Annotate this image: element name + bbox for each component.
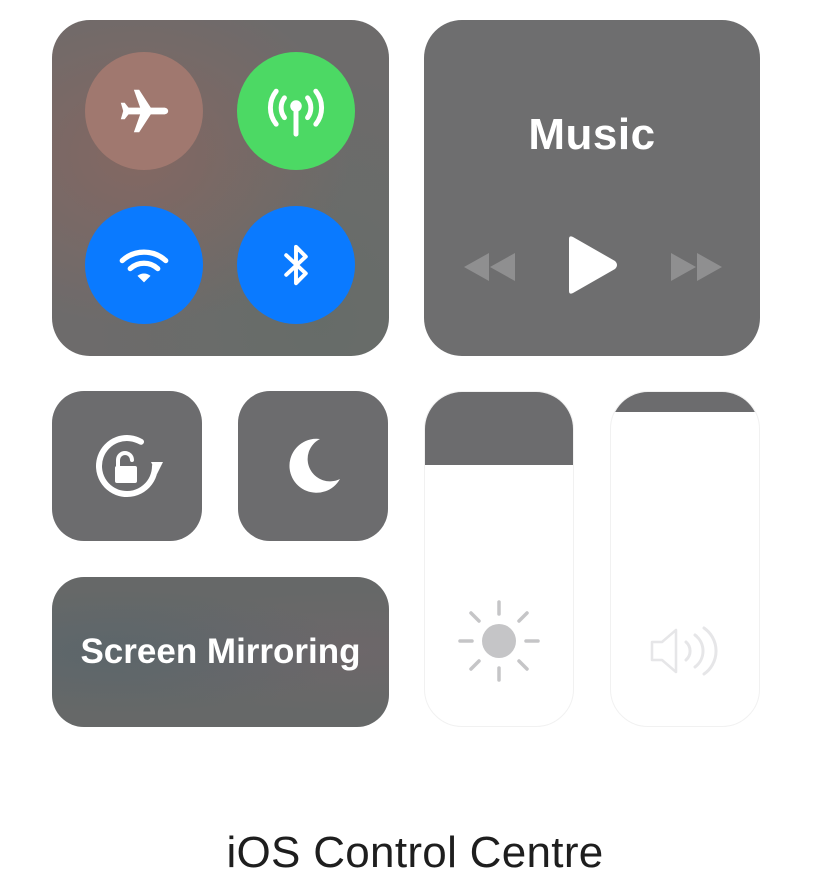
airplane-mode-toggle[interactable] [85,52,203,170]
volume-slider[interactable] [610,391,760,727]
brightness-slider-icon-wrap [425,596,573,686]
image-caption: iOS Control Centre [226,828,604,877]
do-not-disturb-toggle[interactable] [238,391,388,541]
play-icon [569,236,617,294]
speaker-icon [650,626,718,676]
music-module: Music [424,20,760,356]
music-title: Music [528,110,656,159]
bluetooth-toggle[interactable] [237,206,355,324]
airplane-icon [120,89,169,133]
brightness-slider[interactable] [424,391,574,727]
fast-forward-icon [671,253,722,281]
rotation-lock-icon [96,435,163,498]
rewind-icon [464,253,515,281]
do-not-disturb-tile [238,391,388,541]
screen-mirroring-label: Screen Mirroring [80,632,361,671]
volume-slider-track [611,392,759,412]
brightness-slider-track [425,392,573,465]
play-button[interactable] [557,225,627,305]
next-track-button[interactable] [662,242,732,292]
cellular-data-toggle[interactable] [237,52,355,170]
wifi-toggle[interactable] [85,206,203,324]
wifi-icon [119,249,169,283]
connectivity-module [52,20,389,356]
sun-icon [458,600,540,682]
previous-track-button[interactable] [454,242,524,292]
screen-mirroring-button[interactable]: Screen Mirroring [52,577,389,727]
volume-slider-icon-wrap [611,616,759,686]
orientation-lock-toggle[interactable] [52,391,202,541]
moon-icon [289,438,340,493]
bluetooth-icon [284,244,308,286]
orientation-lock-tile [52,391,202,541]
antenna-icon [268,88,324,137]
